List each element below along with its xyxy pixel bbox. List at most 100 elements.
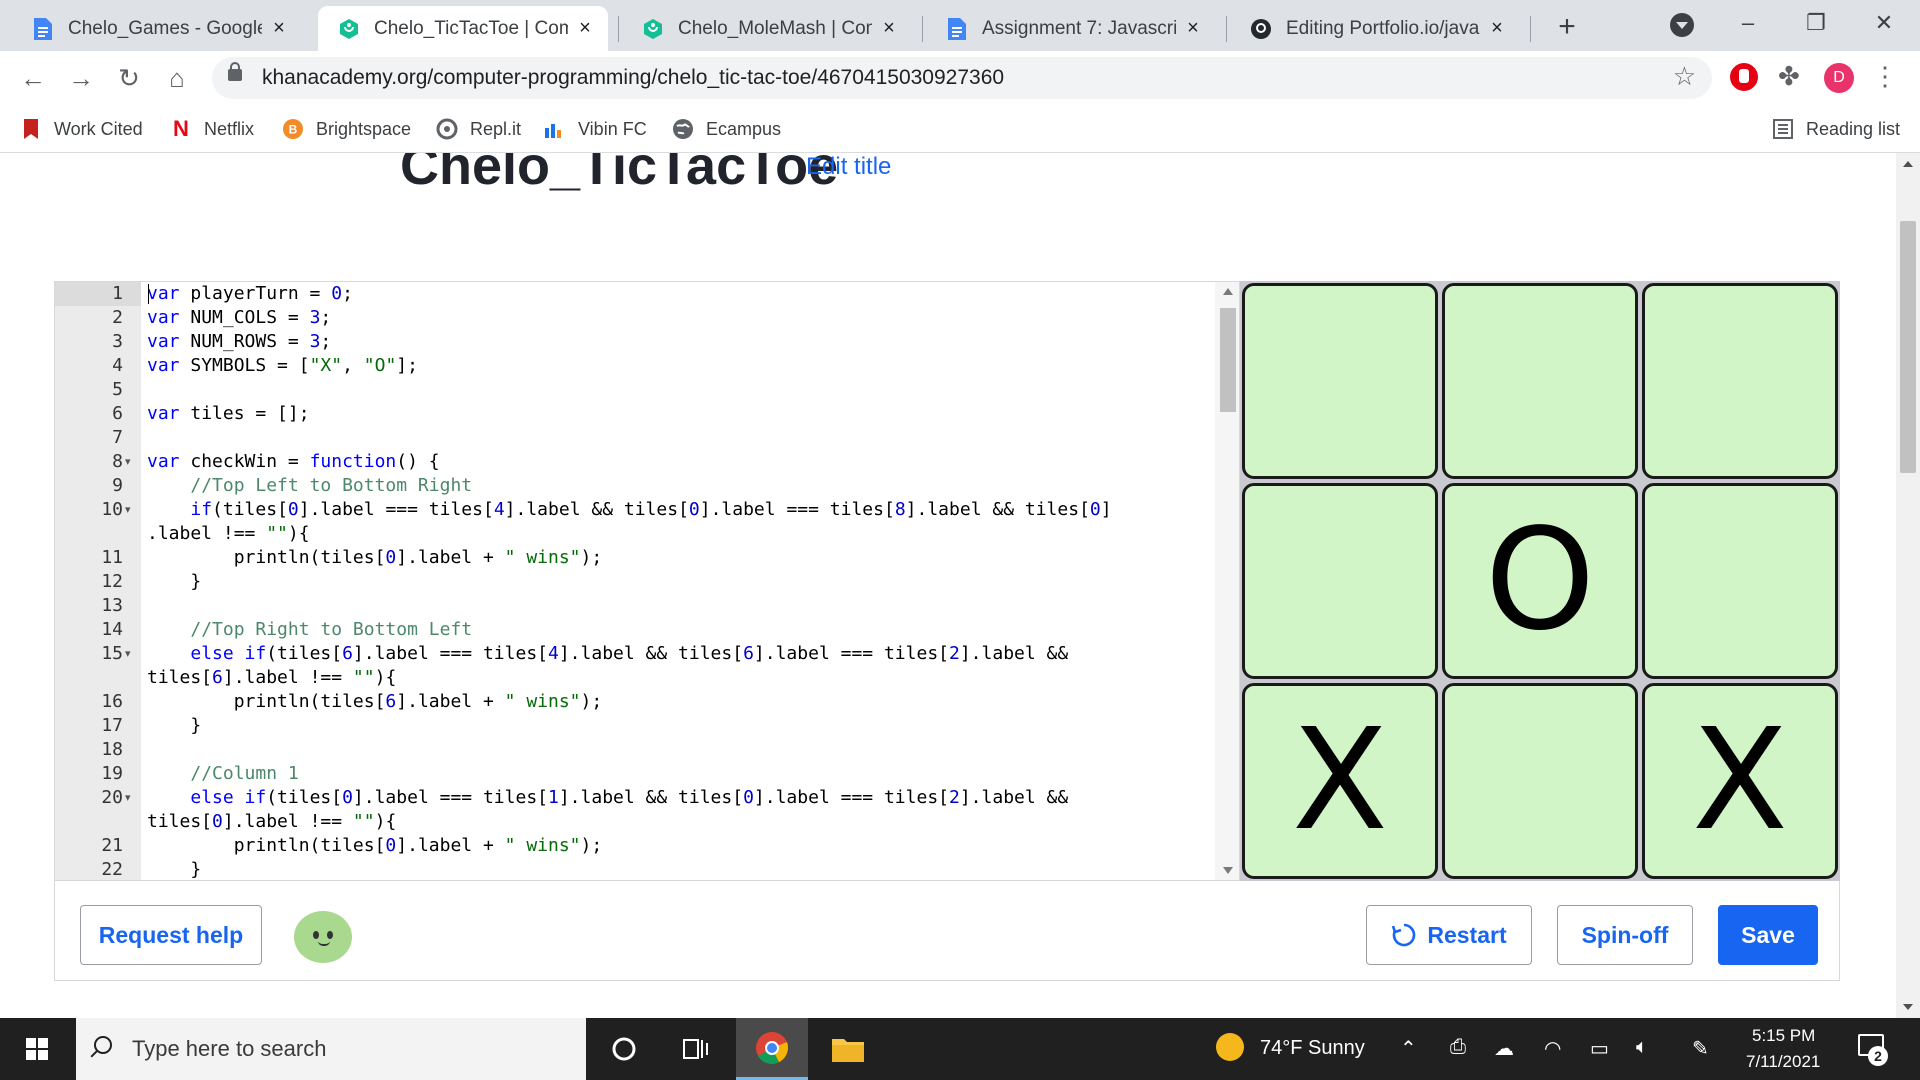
browser-tab[interactable]: Assignment 7: Javascript C × xyxy=(926,6,1216,51)
code-line[interactable]: println(tiles[0].label + " wins"); xyxy=(147,834,603,858)
scroll-down-arrow-icon[interactable] xyxy=(1903,1004,1913,1010)
request-help-button[interactable]: Request help xyxy=(80,905,262,965)
battery-icon[interactable]: ▭ xyxy=(1590,1036,1609,1061)
tab-search-icon[interactable] xyxy=(1670,13,1694,37)
code-line[interactable]: if(tiles[0].label === tiles[4].label && … xyxy=(147,498,1111,522)
new-tab-button[interactable]: + xyxy=(1552,9,1582,45)
scrollbar-thumb[interactable] xyxy=(1900,221,1916,473)
board-tile[interactable] xyxy=(1442,683,1638,879)
scrollbar-thumb[interactable] xyxy=(1220,308,1236,412)
bookmark-brightspace[interactable]: B Brightspace xyxy=(282,113,411,145)
save-button[interactable]: Save xyxy=(1718,905,1818,965)
kebab-menu-icon[interactable]: ⋮ xyxy=(1872,61,1898,92)
clock-date[interactable]: 7/11/2021 xyxy=(1746,1052,1820,1072)
back-arrow-icon[interactable]: ← xyxy=(16,61,50,95)
adblock-extension-icon[interactable] xyxy=(1730,63,1758,91)
editor-scrollbar[interactable] xyxy=(1215,282,1239,880)
forward-arrow-icon[interactable]: → xyxy=(64,61,98,95)
taskbar-search-box[interactable]: Type here to search xyxy=(76,1018,586,1080)
code-line[interactable]: } xyxy=(147,570,201,594)
clock-time[interactable]: 5:15 PM xyxy=(1752,1026,1815,1046)
code-line[interactable]: else if(tiles[0].label === tiles[1].labe… xyxy=(147,786,1068,810)
code-line[interactable]: var checkWin = function() { xyxy=(147,450,440,474)
weather-text[interactable]: 74°F Sunny xyxy=(1260,1037,1365,1060)
reading-list-button[interactable]: Reading list xyxy=(1772,113,1900,145)
code-editor[interactable]: 1 var playerTurn = 0; 2 var NUM_COLS = 3; 3 v… xyxy=(54,281,1240,881)
lock-icon[interactable] xyxy=(228,62,242,81)
code-line[interactable]: var SYMBOLS = ["X", "O"]; xyxy=(147,354,418,378)
spin-off-button[interactable]: Spin-off xyxy=(1557,905,1693,965)
fold-arrow-icon[interactable]: ▾ xyxy=(125,450,131,474)
browser-tab[interactable]: Chelo_TicTacToe | Comput × xyxy=(318,6,608,51)
chevron-up-icon[interactable]: ⌃ xyxy=(1400,1036,1417,1061)
code-area[interactable]: 1 var playerTurn = 0; 2 var NUM_COLS = 3; 3 v… xyxy=(55,282,1215,880)
pen-icon[interactable]: ✎ xyxy=(1692,1036,1709,1061)
program-output-canvas[interactable]: OX X xyxy=(1240,281,1840,881)
speaker-icon[interactable]: 🔈︎ xyxy=(1636,1036,1648,1059)
address-bar[interactable]: khanacademy.org/computer-programming/che… xyxy=(212,57,1712,99)
board-tile[interactable]: X xyxy=(1642,683,1838,879)
code-line[interactable]: //Top Right to Bottom Left xyxy=(147,618,472,642)
minimize-icon[interactable]: – xyxy=(1728,6,1768,40)
close-tab-icon[interactable]: × xyxy=(574,17,596,40)
code-line[interactable]: println(tiles[0].label + " wins"); xyxy=(147,546,603,570)
code-line[interactable]: else if(tiles[6].label === tiles[4].labe… xyxy=(147,642,1068,666)
board-tile[interactable]: X xyxy=(1242,683,1438,879)
restore-icon[interactable]: ❐ xyxy=(1796,6,1836,40)
bookmark-replit[interactable]: Repl.it xyxy=(436,113,521,145)
code-line[interactable]: println(tiles[6].label + " wins"); xyxy=(147,690,603,714)
fold-arrow-icon[interactable]: ▾ xyxy=(125,498,131,522)
bookmark-vibin-fc[interactable]: Vibin FC xyxy=(544,113,647,145)
board-tile[interactable]: O xyxy=(1442,483,1638,679)
code-line[interactable]: } xyxy=(147,714,201,738)
onedrive-cloud-icon[interactable]: ☁ xyxy=(1494,1036,1514,1061)
close-tab-icon[interactable]: × xyxy=(878,17,900,40)
fold-arrow-icon[interactable]: ▾ xyxy=(125,642,131,666)
task-view-icon[interactable] xyxy=(660,1018,732,1080)
sunny-weather-icon[interactable] xyxy=(1216,1033,1244,1061)
close-tab-icon[interactable]: × xyxy=(1182,17,1204,40)
board-tile[interactable] xyxy=(1242,283,1438,479)
board-tile[interactable] xyxy=(1242,483,1438,679)
code-line[interactable]: //Top Left to Bottom Right xyxy=(147,474,472,498)
board-tile[interactable] xyxy=(1442,283,1638,479)
board-tile[interactable] xyxy=(1642,283,1838,479)
code-line[interactable]: } xyxy=(147,858,201,880)
code-line[interactable]: var NUM_COLS = 3; xyxy=(147,306,331,330)
browser-tab[interactable]: Chelo_Games - Google Do × xyxy=(12,6,302,51)
reload-icon[interactable]: ↻ xyxy=(112,61,146,95)
close-tab-icon[interactable]: × xyxy=(1486,17,1508,40)
bookmark-netflix[interactable]: N Netflix xyxy=(170,113,254,145)
code-line[interactable]: var tiles = []; xyxy=(147,402,310,426)
bookmark-work-cited[interactable]: Work Cited xyxy=(20,113,143,145)
browser-tab[interactable]: Chelo_MoleMash | Compu × xyxy=(622,6,912,51)
profile-avatar[interactable]: D xyxy=(1824,63,1854,93)
close-window-icon[interactable]: ✕ xyxy=(1864,6,1904,40)
browser-tab[interactable]: Editing Portfolio.io/javascr × xyxy=(1230,6,1520,51)
wifi-icon[interactable]: ◠ xyxy=(1544,1036,1561,1061)
edit-title-link[interactable]: Edit title xyxy=(806,153,891,181)
fold-arrow-icon[interactable]: ▾ xyxy=(125,786,131,810)
extensions-puzzle-icon[interactable]: ✤ xyxy=(1778,61,1800,92)
board-tile[interactable] xyxy=(1642,483,1838,679)
code-line[interactable]: tiles[6].label !== ""){ xyxy=(147,666,396,690)
code-line[interactable]: var NUM_ROWS = 3; xyxy=(147,330,331,354)
meet-now-icon[interactable]: ⎙ xyxy=(1450,1036,1466,1059)
scroll-up-arrow-icon[interactable] xyxy=(1223,288,1233,295)
chrome-taskbar-icon[interactable] xyxy=(736,1018,808,1080)
file-explorer-icon[interactable] xyxy=(812,1018,884,1080)
code-line[interactable]: //Column 1 xyxy=(147,762,298,786)
code-line[interactable]: var playerTurn = 0; xyxy=(147,282,353,306)
code-line[interactable]: .label !== ""){ xyxy=(147,522,310,546)
close-tab-icon[interactable]: × xyxy=(268,17,290,40)
restart-button[interactable]: Restart xyxy=(1366,905,1532,965)
scroll-up-arrow-icon[interactable] xyxy=(1903,161,1913,167)
scroll-down-arrow-icon[interactable] xyxy=(1223,867,1233,874)
page-scrollbar[interactable] xyxy=(1896,153,1920,1018)
bookmark-star-icon[interactable]: ☆ xyxy=(1673,61,1696,92)
code-line[interactable]: tiles[0].label !== ""){ xyxy=(147,810,396,834)
bookmark-ecampus[interactable]: Ecampus xyxy=(672,113,781,145)
cortana-icon[interactable] xyxy=(588,1018,660,1080)
url-text[interactable]: khanacademy.org/computer-programming/che… xyxy=(262,66,1004,90)
home-icon[interactable]: ⌂ xyxy=(160,61,194,95)
